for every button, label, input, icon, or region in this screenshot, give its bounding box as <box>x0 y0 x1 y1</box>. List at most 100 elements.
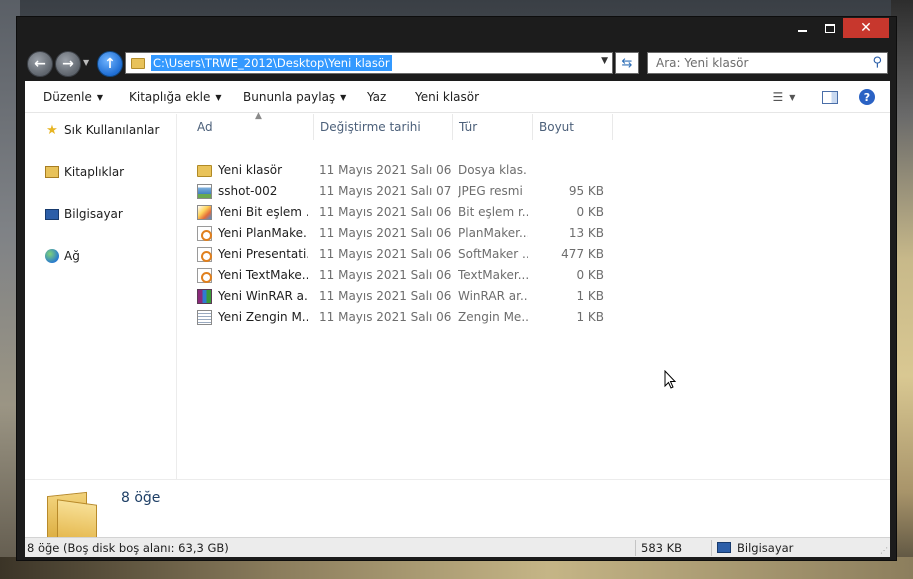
chevron-down-icon: ▼ <box>340 93 347 102</box>
maximize-button[interactable] <box>817 18 843 38</box>
refresh-button[interactable]: ⇆ <box>615 52 639 74</box>
file-size: 1 KB <box>576 289 604 303</box>
file-size: 0 KB <box>576 205 604 219</box>
file-list: Ad ▲ Değiştirme tarihi Tür Boyut Yeni kl… <box>178 111 890 479</box>
view-list-icon: ☰ <box>772 90 784 104</box>
sidebar-item-label: Ağ <box>64 249 80 263</box>
sidebar-item-label: Sık Kullanılanlar <box>64 123 160 137</box>
file-size: 13 KB <box>568 226 604 240</box>
file-type: SoftMaker ... <box>458 247 528 261</box>
file-row[interactable]: Yeni WinRAR a... 11 Mayıs 2021 Salı 06:4… <box>178 286 638 307</box>
sidebar-item-network[interactable]: Ağ <box>43 248 80 264</box>
sidebar-item-libraries[interactable]: Kitaplıklar <box>43 164 124 180</box>
file-size: 1 KB <box>576 310 604 324</box>
chevron-down-icon: ▼ <box>83 58 90 67</box>
file-row[interactable]: Yeni Zengin M... 11 Mayıs 2021 Salı 06:4… <box>178 307 638 328</box>
file-date: 11 Mayıs 2021 Salı 06:44 <box>319 310 451 324</box>
file-row[interactable]: Yeni klasör 11 Mayıs 2021 Salı 06:44 Dos… <box>178 160 638 181</box>
share-with-menu[interactable]: Bununla paylaş ▼ <box>243 90 346 104</box>
navigation-pane: ★ Sık Kullanılanlar Kitaplıklar Bilgisay… <box>25 114 177 479</box>
file-type: Bit eşlem r... <box>458 205 528 219</box>
command-bar: Düzenle ▼ Kitaplığa ekle ▼ Bununla paylaş ▼… <box>25 81 890 113</box>
file-date: 11 Mayıs 2021 Salı 06:44 <box>319 205 451 219</box>
folder-icon <box>197 165 212 177</box>
libraries-icon <box>43 164 61 180</box>
close-button[interactable]: ✕ <box>843 18 889 38</box>
file-row[interactable]: Yeni Bit eşlem ... 11 Mayıs 2021 Salı 06… <box>178 202 638 223</box>
new-folder-label: Yeni klasör <box>415 90 480 104</box>
column-header-label: Tür <box>459 120 478 134</box>
file-name: sshot-002 <box>218 184 278 198</box>
address-dropdown-icon[interactable]: ▼ <box>601 56 608 66</box>
file-size: 0 KB <box>576 268 604 282</box>
file-type: WinRAR ar... <box>458 289 528 303</box>
file-date: 11 Mayıs 2021 Salı 06:44 <box>319 226 451 240</box>
file-name: Yeni Zengin M... <box>218 310 308 324</box>
folder-icon <box>131 57 145 69</box>
column-header-label: Boyut <box>539 120 574 134</box>
chevron-down-icon: ▼ <box>789 92 796 102</box>
search-icon[interactable]: ⚲ <box>872 55 882 70</box>
burn-label: Yaz <box>367 90 387 104</box>
item-count: 8 öğe <box>121 490 161 506</box>
minimize-button[interactable] <box>787 18 817 38</box>
file-row[interactable]: Yeni Presentati... 11 Mayıs 2021 Salı 06… <box>178 244 638 265</box>
mouse-cursor-icon <box>664 370 677 389</box>
close-icon: ✕ <box>860 20 872 36</box>
column-header-label: Değiştirme tarihi <box>320 120 421 134</box>
column-header-date[interactable]: Değiştirme tarihi <box>314 114 453 140</box>
address-path[interactable]: C:\Users\TRWE_2012\Desktop\Yeni klasör <box>151 55 392 71</box>
preview-pane-icon <box>822 90 838 104</box>
jpeg-image-icon <box>197 184 212 199</box>
file-name: Yeni Bit eşlem ... <box>218 205 308 219</box>
file-name: Yeni Presentati... <box>218 247 308 261</box>
sidebar-item-favorites[interactable]: ★ Sık Kullanılanlar <box>43 122 159 138</box>
change-view-button[interactable]: ☰ ▼ <box>767 87 801 107</box>
status-free-space: 8 öğe (Boş disk boş alanı: 63,3 GB) <box>27 541 229 555</box>
resize-grip-icon[interactable]: ⋰ <box>880 546 888 555</box>
file-size: 95 KB <box>568 184 604 198</box>
add-to-library-menu[interactable]: Kitaplığa ekle ▼ <box>129 90 222 104</box>
up-button[interactable]: ↑ <box>97 51 123 77</box>
file-type: TextMaker... <box>458 268 528 282</box>
status-selection-size: 583 KB <box>641 541 683 555</box>
burn-button[interactable]: Yaz <box>367 90 386 104</box>
sidebar-item-computer[interactable]: Bilgisayar <box>43 206 123 222</box>
status-location: Bilgisayar <box>737 541 794 555</box>
file-name: Yeni klasör <box>218 163 283 177</box>
file-row[interactable]: sshot-002 11 Mayıs 2021 Salı 07:00 JPEG … <box>178 181 638 202</box>
chevron-down-icon: ▼ <box>96 93 104 102</box>
network-icon <box>43 248 61 264</box>
organize-menu[interactable]: Düzenle ▼ <box>43 90 103 104</box>
star-icon: ★ <box>46 122 58 138</box>
recent-locations-dropdown[interactable]: ▼ <box>83 58 89 67</box>
file-type: PlanMaker... <box>458 226 528 240</box>
file-type: JPEG resmi <box>458 184 523 198</box>
new-folder-button[interactable]: Yeni klasör <box>415 90 479 104</box>
minimize-icon <box>797 30 807 32</box>
preview-pane-button[interactable] <box>820 87 840 107</box>
column-header-type[interactable]: Tür <box>453 114 533 140</box>
column-header-name[interactable]: Ad ▲ <box>191 111 314 140</box>
file-type: Dosya klas... <box>458 163 528 177</box>
file-date: 11 Mayıs 2021 Salı 06:44 <box>319 163 451 177</box>
textmaker-icon <box>197 268 212 283</box>
file-row[interactable]: Yeni TextMake... 11 Mayıs 2021 Salı 06:4… <box>178 265 638 286</box>
share-with-label: Bununla paylaş <box>243 90 336 104</box>
file-row[interactable]: Yeni PlanMake... 11 Mayıs 2021 Salı 06:4… <box>178 223 638 244</box>
explorer-window: ✕ ← → ▼ ↑ C:\Users\TRWE_2012\Desktop\Yen… <box>16 16 897 561</box>
chevron-down-icon: ▼ <box>215 93 222 102</box>
address-bar[interactable]: C:\Users\TRWE_2012\Desktop\Yeni klasör ▼ <box>125 52 613 74</box>
file-name: Yeni TextMake... <box>218 268 308 282</box>
back-button[interactable]: ← <box>27 51 53 77</box>
file-name: Yeni PlanMake... <box>218 226 308 240</box>
column-header-size[interactable]: Boyut <box>533 114 613 140</box>
forward-button[interactable]: → <box>55 51 81 77</box>
file-date: 11 Mayıs 2021 Salı 07:00 <box>319 184 451 198</box>
rich-text-icon <box>197 310 212 325</box>
help-button[interactable]: ? <box>857 87 877 107</box>
sort-ascending-icon: ▲ <box>255 111 262 121</box>
file-date: 11 Mayıs 2021 Salı 06:44 <box>319 247 451 261</box>
winrar-archive-icon <box>197 289 212 304</box>
search-input[interactable]: Ara: Yeni klasör ⚲ <box>647 52 888 74</box>
